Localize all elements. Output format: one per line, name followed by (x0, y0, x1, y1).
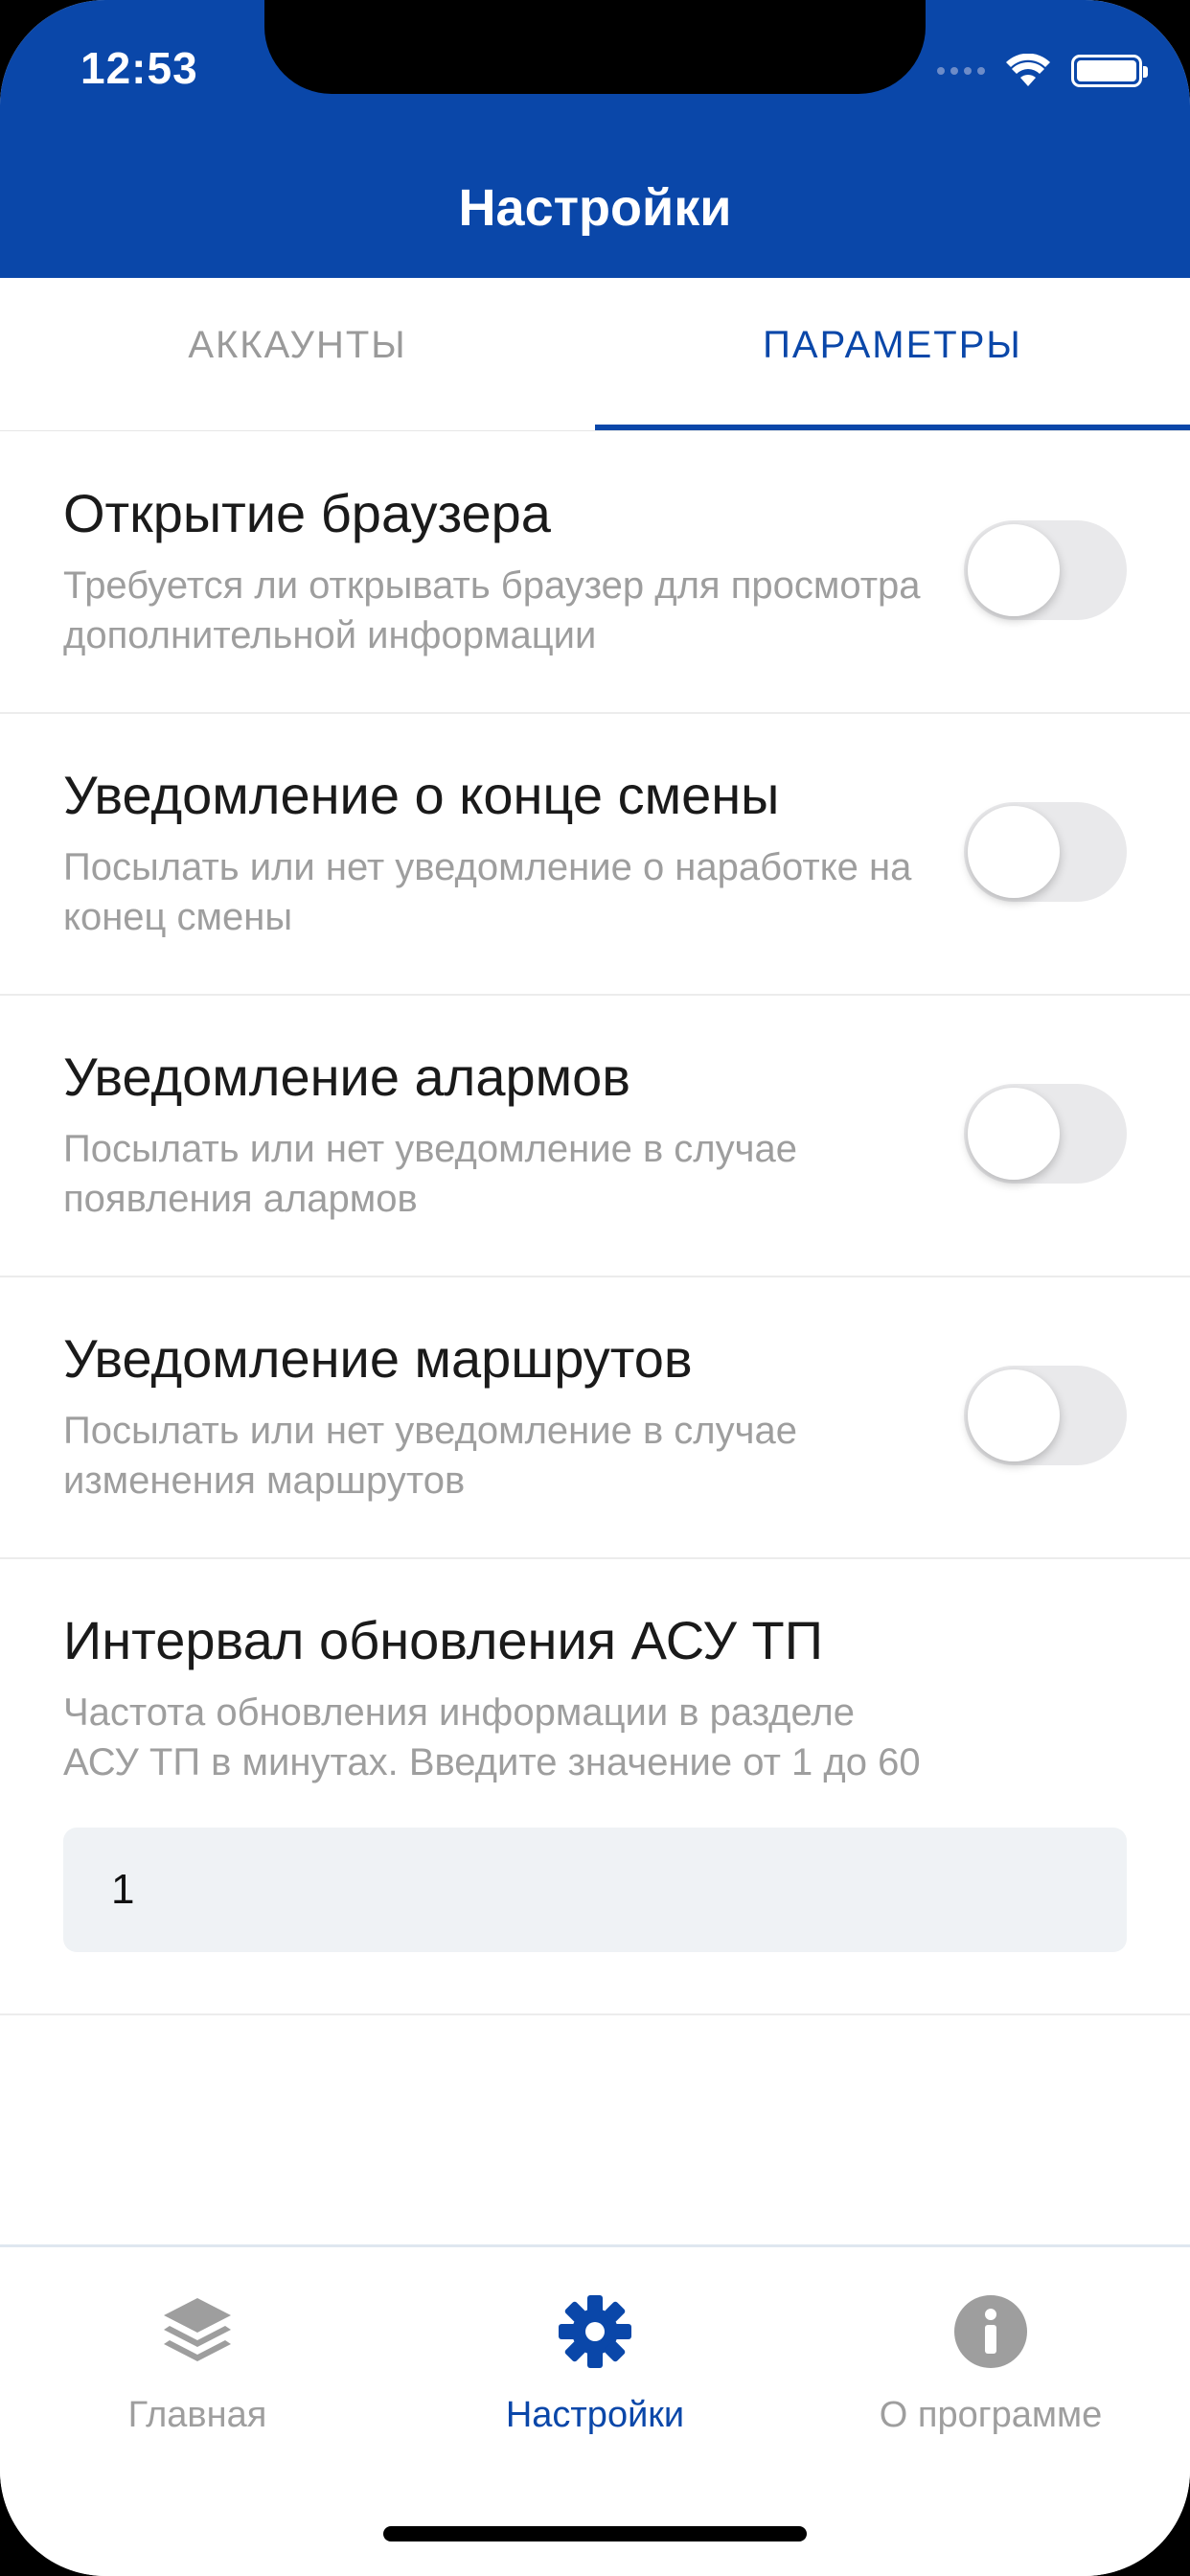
setting-row-routes: Уведомление маршрутов Посылать или нет у… (0, 1277, 1190, 1559)
setting-title: Уведомление алармов (63, 1046, 631, 1107)
nav-item-settings[interactable]: Настройки (451, 2293, 739, 2436)
setting-title: Уведомление маршрутов (63, 1328, 693, 1389)
nav-item-home[interactable]: Главная (54, 2293, 341, 2436)
setting-row-shift-end: Уведомление о конце смены Посылать или н… (0, 714, 1190, 996)
cellular-signal-icon (937, 67, 985, 75)
battery-icon (1071, 55, 1148, 87)
gear-icon (557, 2293, 633, 2370)
setting-title: Интервал обновления АСУ ТП (63, 1610, 823, 1670)
setting-row-interval: Интервал обновления АСУ ТП Частота обнов… (0, 1559, 1190, 2015)
browser-toggle[interactable] (964, 520, 1127, 620)
setting-row-browser: Открытие браузера Требуется ли открывать… (0, 432, 1190, 714)
info-icon (952, 2293, 1029, 2370)
page-title: Настройки (458, 179, 732, 237)
nav-label: Настройки (505, 2395, 685, 2435)
setting-row-alarms: Уведомление алармов Посылать или нет уве… (0, 996, 1190, 1277)
wifi-icon (1006, 54, 1050, 86)
alarms-toggle[interactable] (964, 1084, 1127, 1184)
routes-toggle[interactable] (964, 1366, 1127, 1465)
toggle-knob (968, 806, 1060, 898)
nav-item-about[interactable]: О программе (847, 2293, 1134, 2436)
setting-title: Открытие браузера (63, 483, 551, 543)
setting-description: Посылать или нет уведомление в случае по… (63, 1128, 797, 1220)
status-time: 12:53 (80, 43, 198, 93)
status-icons (937, 52, 1148, 90)
tab-bar: АККАУНТЫ ПАРАМЕТРЫ (0, 278, 1190, 431)
shift-end-toggle[interactable] (964, 802, 1127, 902)
nav-label: О программе (879, 2395, 1103, 2435)
tab-parameters[interactable]: ПАРАМЕТРЫ (595, 278, 1190, 430)
device-notch (264, 0, 926, 94)
interval-input[interactable]: 1 (63, 1828, 1127, 1952)
app-header: 12:53 Настройки (0, 0, 1190, 278)
home-indicator[interactable] (383, 2526, 807, 2542)
tab-accounts[interactable]: АККАУНТЫ (0, 278, 595, 430)
setting-description: Посылать или нет уведомление о наработке… (63, 846, 912, 938)
setting-description: Частота обновления информации в разделе … (63, 1691, 921, 1783)
setting-title: Уведомление о конце смены (63, 765, 780, 825)
layers-icon (159, 2293, 236, 2370)
toggle-knob (968, 524, 1060, 616)
toggle-knob (968, 1369, 1060, 1461)
settings-list: Открытие браузера Требуется ли открывать… (0, 432, 1190, 2015)
toggle-knob (968, 1088, 1060, 1180)
nav-label: Главная (127, 2395, 267, 2435)
setting-description: Требуется ли открывать браузер для просм… (63, 564, 921, 656)
setting-description: Посылать или нет уведомление в случае из… (63, 1410, 797, 1502)
settings-screen: 12:53 Настройки АККАУНТЫ ПАРАМЕТРЫ Откры… (0, 0, 1190, 2576)
